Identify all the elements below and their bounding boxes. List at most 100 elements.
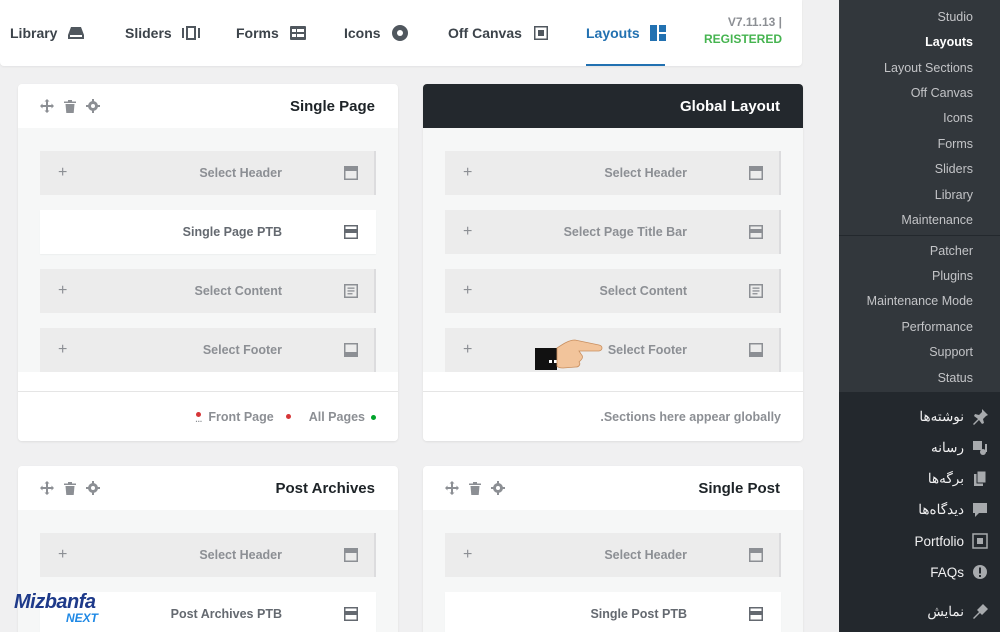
sidebar-item-posts[interactable]: نوشته‌ها	[919, 409, 988, 425]
slot-label: Select Content	[194, 284, 282, 298]
select-header-slot[interactable]: + Select Header	[40, 151, 376, 195]
cursor-marker: ...	[195, 411, 202, 423]
select-header-slot[interactable]: + Select Header	[445, 533, 781, 577]
front-page-label: Front Page	[208, 409, 274, 424]
sidebar-item-support[interactable]: Support	[929, 345, 973, 359]
tab-off-canvas[interactable]: Off Canvas	[448, 0, 550, 66]
card-footer: .Sections here appear globally	[423, 391, 803, 441]
all-pages-label: All Pages	[308, 409, 365, 424]
select-footer-slot[interactable]: + Select Footer	[445, 328, 781, 372]
select-footer-slot[interactable]: + Select Footer	[40, 328, 376, 372]
single-page-card: Single Page + Select Header Single Page …	[18, 84, 398, 441]
tab-forms[interactable]: Forms	[236, 0, 307, 66]
sidebar-item-forms[interactable]: Forms	[938, 137, 973, 151]
top-tabs-bar: Library Sliders Forms Icons Off Canvas L…	[0, 0, 802, 66]
card-body: + Select Header Single Page PTB + Select…	[18, 128, 398, 372]
sidebar-item-library[interactable]: Library	[935, 188, 973, 202]
move-icon[interactable]	[40, 99, 54, 113]
plus-icon[interactable]: +	[58, 282, 72, 300]
tab-sliders[interactable]: Sliders	[125, 0, 200, 66]
forms-icon	[289, 24, 307, 42]
header-section-icon	[749, 548, 763, 562]
sidebar-item-comments[interactable]: دیدگاه‌ها	[918, 502, 988, 518]
sidebar-item-portfolio[interactable]: Portfolio	[914, 533, 988, 549]
version-number: V7.11.13	[727, 15, 776, 29]
plus-icon[interactable]: +	[58, 546, 72, 564]
page-title-bar-icon	[749, 225, 763, 239]
plus-icon[interactable]: +	[463, 546, 477, 564]
gear-icon[interactable]	[491, 481, 505, 495]
select-content-slot[interactable]: + Select Content	[40, 269, 376, 313]
tab-icons[interactable]: Icons	[344, 0, 409, 66]
slot-label: Select Page Title Bar	[563, 225, 687, 239]
sidebar-item-appearance[interactable]: نمایش	[927, 604, 988, 620]
sidebar-item-layouts[interactable]: Layouts	[925, 35, 973, 49]
card-header: Single Post	[423, 466, 803, 510]
move-icon[interactable]	[445, 481, 459, 495]
plus-icon[interactable]: +	[463, 341, 477, 359]
plus-icon[interactable]: +	[58, 164, 72, 182]
footer-section-icon	[344, 343, 358, 357]
global-layout-card: Global Layout + Select Header + Select P…	[423, 84, 803, 441]
select-content-slot[interactable]: + Select Content	[445, 269, 781, 313]
version-separator: |	[778, 15, 782, 29]
pages-icon	[972, 471, 988, 487]
submenu-block	[839, 0, 1000, 235]
card-footer: ... Front Page All Pages	[18, 391, 398, 441]
footer-section-icon	[749, 343, 763, 357]
select-page-title-bar-slot[interactable]: + Select Page Title Bar	[445, 210, 781, 254]
logo-line2: NEXT	[65, 611, 98, 625]
layouts-icon	[649, 24, 666, 42]
plus-icon[interactable]: +	[58, 341, 72, 359]
menu-label: FAQs	[930, 564, 964, 580]
icons-icon	[391, 24, 409, 42]
slot-label: Single Page PTB	[182, 225, 282, 239]
page-title-bar-slot[interactable]: Single Page PTB	[40, 210, 376, 254]
mizbanfa-logo: Mizbanfa NEXT	[14, 592, 106, 624]
card-body: + Select Header + Select Page Title Bar …	[423, 128, 803, 372]
slot-label: Select Footer	[607, 343, 687, 357]
plus-icon[interactable]: +	[463, 223, 477, 241]
front-page-tag[interactable]: ... Front Page	[195, 409, 291, 424]
sidebar-item-studio[interactable]: Studio	[938, 10, 973, 24]
content-section-icon	[749, 284, 763, 298]
plus-icon[interactable]: +	[463, 282, 477, 300]
slot-label: Select Header	[604, 548, 687, 562]
pointing-hand-icon	[535, 336, 603, 377]
move-icon[interactable]	[40, 481, 54, 495]
gear-icon[interactable]	[86, 481, 100, 495]
header-section-icon	[344, 548, 358, 562]
sidebar-item-plugins[interactable]: Plugins	[932, 269, 973, 283]
sidebar-item-layout-sections[interactable]: Layout Sections	[884, 61, 973, 75]
trash-icon[interactable]	[63, 481, 77, 495]
card-header: Single Page	[18, 84, 398, 128]
sidebar-item-performance[interactable]: Performance	[901, 320, 973, 334]
sidebar-item-off-canvas[interactable]: Off Canvas	[911, 86, 973, 100]
sidebar-item-status[interactable]: Status	[938, 371, 973, 385]
select-header-slot[interactable]: + Select Header	[445, 151, 781, 195]
portfolio-icon	[972, 533, 988, 549]
sidebar-item-icons[interactable]: Icons	[943, 111, 973, 125]
sidebar-item-sliders[interactable]: Sliders	[935, 162, 973, 176]
tab-sliders-label: Sliders	[125, 25, 172, 41]
sidebar-item-media[interactable]: رسانه	[931, 440, 988, 456]
all-pages-tag[interactable]: All Pages	[309, 410, 376, 424]
tab-library[interactable]: Library	[10, 0, 85, 66]
sidebar-item-patcher[interactable]: Patcher	[930, 244, 973, 258]
sidebar-item-maintenance[interactable]: Maintenance	[901, 213, 973, 227]
select-header-slot[interactable]: + Select Header	[40, 533, 376, 577]
tab-icons-label: Icons	[344, 25, 381, 41]
trash-icon[interactable]	[63, 99, 77, 113]
logo-line1: Mizbanfa	[14, 591, 96, 613]
red-dot	[285, 414, 291, 419]
sidebar-item-faqs[interactable]: FAQs	[930, 564, 988, 580]
page-title-bar-slot[interactable]: Single Post PTB	[445, 592, 781, 632]
plus-icon[interactable]: +	[463, 164, 477, 182]
gear-icon[interactable]	[86, 99, 100, 113]
menu-label: نمایش	[927, 604, 964, 619]
sidebar-item-maintenance-mode[interactable]: Maintenance Mode	[867, 294, 973, 308]
tab-layouts[interactable]: Layouts	[586, 0, 666, 66]
sidebar-item-pages[interactable]: برگه‌ها	[928, 471, 988, 487]
trash-icon[interactable]	[468, 481, 482, 495]
tab-off-canvas-label: Off Canvas	[448, 25, 522, 41]
